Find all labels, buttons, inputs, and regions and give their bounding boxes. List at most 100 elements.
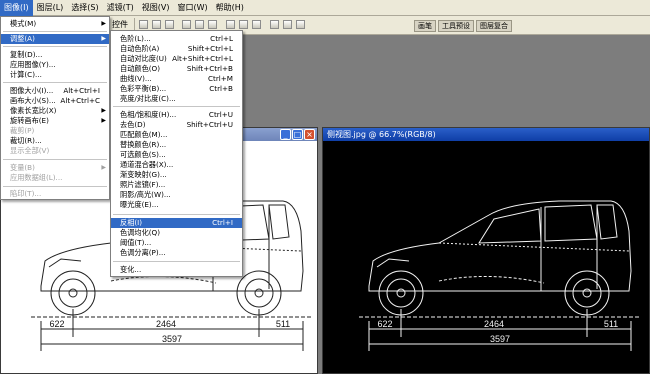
distribute-left-icon[interactable] [270,20,279,29]
adjust-menu-item[interactable]: 照片滤镜(F)... [111,180,242,190]
image-menu-item-adjust[interactable]: 调整(A) ▶ [1,34,109,44]
menu-item-label: 图像大小(I)... [10,86,54,95]
menu-item-label: 应用图像(Y)... [10,60,56,69]
menu-view[interactable]: 视图(V) [138,0,174,16]
image-canvas[interactable]: 622 2464 511 3597 [323,141,649,373]
adjust-menu-item[interactable]: 色调均化(Q) [111,228,242,238]
adjust-menu-item[interactable]: 渐变映射(G)... [111,170,242,180]
image-menu-dropdown: 模式(M) ▶ 调整(A) ▶ 复制(D)... 应用图像(Y)... 计算(C).… [0,16,110,200]
distribute-bottom-icon[interactable] [252,20,261,29]
distribute-middle-icon[interactable] [239,20,248,29]
menu-item-label: 像素长宽比(X) [10,106,57,115]
dim-front-overhang: 622 [49,319,64,329]
menu-item-label: 去色(D) [120,120,146,129]
adjust-menu-item[interactable]: 阴影/高光(W)... [111,190,242,200]
adjust-menu-item[interactable]: 曝光度(E)... [111,200,242,210]
dim-rear-overhang: 511 [604,319,618,329]
menu-layer[interactable]: 图层(L) [33,0,68,16]
menu-item-shortcut: Alt+Ctrl+C [60,96,100,105]
menu-divider [3,46,107,47]
dim-total-length: 3597 [490,334,510,344]
menu-divider [113,214,240,215]
image-menu-item[interactable]: 变量(B) ▶ [1,163,109,173]
close-icon[interactable]: × [304,129,315,140]
image-menu-item[interactable]: 画布大小(S)... Alt+Ctrl+C [1,96,109,106]
adjust-menu-item[interactable]: 自动对比度(U) Alt+Shift+Ctrl+L [111,54,242,64]
adjust-menu-item[interactable]: 阈值(T)... [111,238,242,248]
tab-brushes[interactable]: 画笔 [414,20,436,32]
menu-item-label: 替换颜色(R)... [120,140,167,149]
menu-item-label: 曝光度(E)... [120,200,159,209]
align-top-icon[interactable] [139,20,148,29]
image-menu-item[interactable]: 图像大小(I)... Alt+Ctrl+I [1,86,109,96]
adjust-menu-item[interactable]: 去色(D) Shift+Ctrl+U [111,120,242,130]
image-menu-item[interactable]: 裁剪(P) [1,126,109,136]
menu-divider [3,31,107,32]
adjust-menu-item[interactable]: 匹配颜色(M)... [111,130,242,140]
adjust-menu-item[interactable]: 自动色阶(A) Shift+Ctrl+L [111,44,242,54]
menu-item-shortcut: Shift+Ctrl+B [186,64,233,73]
distribute-right-icon[interactable] [296,20,305,29]
image-menu-item[interactable]: 裁切(R)... [1,136,109,146]
menu-window[interactable]: 窗口(W) [174,0,212,16]
image-menu-item[interactable]: 模式(M) ▶ [1,19,109,29]
image-menu-item[interactable]: 像素长宽比(X) ▶ [1,106,109,116]
image-menu-item[interactable]: 陷印(T)... [1,189,109,199]
menu-divider [3,159,107,160]
image-menu-item[interactable]: 应用数据组(L)... [1,173,109,183]
dim-total-length: 3597 [162,334,182,344]
adjust-menu-item[interactable]: 色相/饱和度(H)... Ctrl+U [111,110,242,120]
submenu-arrow-icon: ▶ [101,117,106,124]
adjust-menu-item[interactable]: 色阶(L)... Ctrl+L [111,34,242,44]
minimize-icon[interactable]: _ [280,129,291,140]
adjust-menu-item[interactable]: 色彩平衡(B)... Ctrl+B [111,84,242,94]
image-menu-item[interactable]: 计算(C)... [1,70,109,80]
adjust-menu-item[interactable]: 色调分离(P)... [111,248,242,258]
image-menu-item[interactable]: 复制(D)... [1,50,109,60]
distribute-center-icon[interactable] [283,20,292,29]
adjust-menu-item[interactable]: 通道混合器(X)... [111,160,242,170]
adjust-menu-item[interactable]: 亮度/对比度(C)... [111,94,242,104]
dim-wheelbase: 2464 [156,319,176,329]
align-middle-icon[interactable] [152,20,161,29]
menu-item-label: 调整(A) [10,34,35,43]
window-title: 侧视图.jpg @ 66.7%(RGB/8) [327,130,436,139]
adjust-menu-item[interactable]: 替换颜色(R)... [111,140,242,150]
menu-select[interactable]: 选择(S) [67,0,102,16]
menu-divider [3,186,107,187]
menu-item-label: 色调分离(P)... [120,248,166,257]
adjust-menu-item[interactable]: 自动颜色(O) Shift+Ctrl+B [111,64,242,74]
align-center-icon[interactable] [195,20,204,29]
menu-image[interactable]: 图像(I) [0,0,33,16]
inverted-image-window[interactable]: 侧视图.jpg @ 66.7%(RGB/8) 622 2464 511 3597 [322,127,650,374]
image-menu-item[interactable]: 显示全部(V) [1,146,109,156]
adjust-menu-item-invert[interactable]: 反相(I) Ctrl+I [111,218,242,228]
menu-item-label: 计算(C)... [10,70,42,79]
menu-item-label: 自动对比度(U) [120,54,167,63]
menu-help[interactable]: 帮助(H) [212,0,248,16]
submenu-arrow-icon: ▶ [101,20,106,27]
align-bottom-icon[interactable] [165,20,174,29]
window-titlebar[interactable]: 侧视图.jpg @ 66.7%(RGB/8) [323,128,649,141]
submenu-arrow-icon: ▶ [101,107,106,114]
align-left-icon[interactable] [182,20,191,29]
menu-item-label: 色相/饱和度(H)... [120,110,177,119]
image-menu-item[interactable]: 旋转画布(E) ▶ [1,116,109,126]
align-right-icon[interactable] [208,20,217,29]
adjust-menu-item[interactable]: 可选颜色(S)... [111,150,242,160]
maximize-icon[interactable]: □ [292,129,303,140]
distribute-top-icon[interactable] [226,20,235,29]
menu-item-shortcut: Shift+Ctrl+U [186,120,233,129]
menu-divider [3,82,107,83]
tab-tool-presets[interactable]: 工具预设 [438,20,474,32]
menu-filter[interactable]: 滤镜(T) [103,0,138,16]
adjust-menu-item[interactable]: 变化... [111,265,242,275]
menu-item-label: 反相(I) [120,218,143,227]
adjust-menu-item[interactable]: 曲线(V)... Ctrl+M [111,74,242,84]
menu-item-label: 裁切(R)... [10,136,42,145]
tab-layer-comps[interactable]: 图层复合 [476,20,512,32]
menu-item-label: 自动颜色(O) [120,64,161,73]
menu-item-label: 变化... [120,265,142,274]
image-menu-item[interactable]: 应用图像(Y)... [1,60,109,70]
menu-item-label: 模式(M) [10,19,37,28]
